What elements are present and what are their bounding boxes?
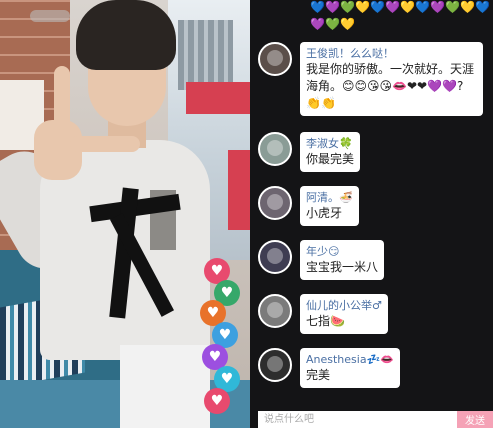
- username[interactable]: 阿清。🍜: [306, 190, 353, 205]
- heart-emoji-icon: 💛: [340, 17, 355, 31]
- message-text: 你最完美: [306, 152, 355, 166]
- heart-emoji-icon: 💜: [430, 0, 445, 14]
- finger-side: [70, 136, 140, 152]
- avatar[interactable]: [258, 294, 292, 328]
- blurred-overlay: [30, 10, 70, 22]
- chat-message: Anesthesia💤👄 完美: [258, 348, 400, 388]
- live-video[interactable]: ♥ ♥ ♥ ♥ ♥ ♥ ♥: [0, 0, 250, 428]
- username[interactable]: 李淑女🍀: [306, 136, 354, 151]
- chat-message: 王俊凯！么么哒！ 我是你的骄傲。一次就好。天涯海角。😊😊😘😘👄❤❤💜💜?👏👏: [258, 42, 483, 116]
- send-button[interactable]: 发送: [457, 411, 493, 428]
- message-bubble: 阿清。🍜 小虎牙: [300, 186, 359, 226]
- heart-emoji-icon: 💚: [445, 0, 460, 14]
- avatar[interactable]: [258, 240, 292, 274]
- finger-up: [54, 66, 70, 130]
- heart-emoji-icon: 💜: [385, 0, 400, 14]
- window-sign: [186, 82, 250, 114]
- username[interactable]: Anesthesia💤👄: [306, 352, 394, 367]
- heart-emoji-icon: 💜: [325, 0, 340, 14]
- chat-panel[interactable]: 💙 💜 💚 💛 💙 💜 💛 💙 💜 💚 💛 💙 💜 💚 💛 王俊凯！么么哒！ 我是你的骄傲。一次就好。天涯海…: [250, 0, 493, 428]
- message-text: 七指🍉: [306, 314, 345, 328]
- heart-emoji-icon: 💚: [340, 0, 355, 14]
- message-bubble: 李淑女🍀 你最完美: [300, 132, 361, 172]
- emoji-strip: 💙 💜 💚 💛 💙 💜 💛 💙 💜 💚 💛 💙 💜 💚 💛: [310, 0, 490, 34]
- heart-emoji-icon: 💛: [355, 0, 370, 14]
- username[interactable]: 仙儿的小公举♂: [306, 298, 382, 313]
- message-bubble: 年少😏 宝宝我一米八: [300, 240, 385, 280]
- comment-bar: 发送: [258, 411, 493, 428]
- message-text: 小虎牙: [306, 206, 343, 220]
- username[interactable]: 年少😏: [306, 244, 378, 259]
- heart-emoji-icon: 💙: [310, 0, 325, 14]
- message-text: 宝宝我一米八: [306, 260, 379, 274]
- heart-emoji-icon: 💛: [460, 0, 475, 14]
- heart-icon: ♥: [204, 388, 230, 414]
- hair: [76, 0, 176, 70]
- avatar[interactable]: [258, 132, 292, 166]
- avatar[interactable]: [258, 348, 292, 382]
- chat-message: 李淑女🍀 你最完美: [258, 132, 361, 172]
- chat-message: 阿清。🍜 小虎牙: [258, 186, 359, 226]
- heart-emoji-icon: 💙: [370, 0, 385, 14]
- heart-emoji-icon: 💜: [310, 17, 325, 31]
- message-bubble: 仙儿的小公举♂ 七指🍉: [300, 294, 388, 334]
- username[interactable]: 王俊凯！么么哒！: [306, 46, 477, 61]
- chat-message: 年少😏 宝宝我一米八: [258, 240, 385, 280]
- heart-emoji-icon: 💛: [400, 0, 415, 14]
- message-text: 完美: [306, 368, 331, 382]
- message-text: 我是你的骄傲。一次就好。天涯海角。😊😊😘😘👄❤❤💜💜?👏👏: [306, 62, 475, 110]
- avatar[interactable]: [258, 42, 292, 76]
- floating-hearts: ♥ ♥ ♥ ♥ ♥ ♥ ♥: [196, 258, 242, 418]
- message-bubble: 王俊凯！么么哒！ 我是你的骄傲。一次就好。天涯海角。😊😊😘😘👄❤❤💜💜?👏👏: [300, 42, 483, 116]
- chat-message: 仙儿的小公举♂ 七指🍉: [258, 294, 388, 334]
- avatar[interactable]: [258, 186, 292, 220]
- heart-emoji-icon: 💚: [325, 17, 340, 31]
- shirt-graphic: [80, 180, 200, 330]
- comment-input[interactable]: [258, 411, 457, 428]
- heart-emoji-icon: 💙: [415, 0, 430, 14]
- building: [178, 20, 233, 90]
- window-sign-strip: [228, 150, 250, 230]
- heart-emoji-icon: 💙: [475, 0, 490, 14]
- message-bubble: Anesthesia💤👄 完美: [300, 348, 400, 388]
